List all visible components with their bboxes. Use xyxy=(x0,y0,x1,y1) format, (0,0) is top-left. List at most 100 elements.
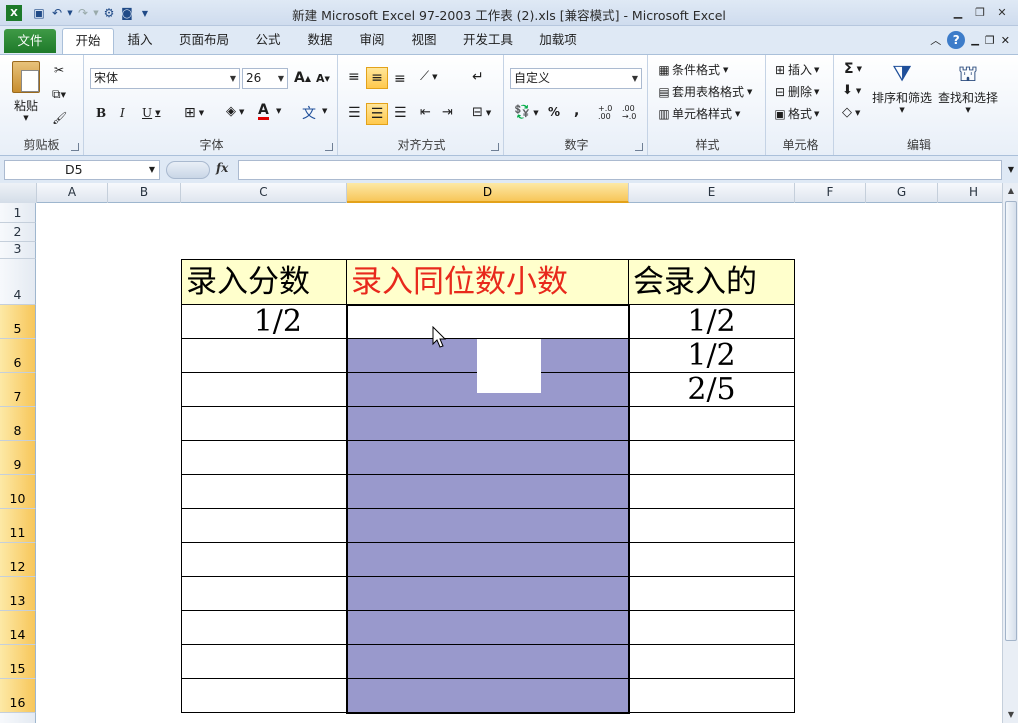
fraction-input-cell[interactable] xyxy=(181,611,347,645)
column-header-c[interactable]: C xyxy=(181,183,347,203)
decrease-decimal-button[interactable]: .00 →.0 xyxy=(622,105,644,121)
fill-icon[interactable]: ⬇ ▼ xyxy=(842,83,861,98)
result-cell[interactable] xyxy=(629,441,795,475)
fraction-input-cell[interactable] xyxy=(181,373,347,407)
result-cell[interactable] xyxy=(629,475,795,509)
fraction-input-cell[interactable] xyxy=(181,407,347,441)
number-format-combo[interactable]: 自定义 ▼ xyxy=(510,68,642,89)
cell-styles-button[interactable]: ▥ 单元格样式 ▼ xyxy=(656,105,740,122)
result-cell[interactable] xyxy=(629,509,795,543)
column-header-e[interactable]: E xyxy=(629,183,795,203)
italic-button[interactable]: I xyxy=(120,106,125,120)
row-header-8[interactable]: 8 xyxy=(0,407,36,441)
row-header-13[interactable]: 13 xyxy=(0,577,36,611)
scroll-thumb[interactable] xyxy=(1005,201,1017,641)
bold-button[interactable]: B xyxy=(96,106,106,120)
result-cell[interactable] xyxy=(629,645,795,679)
align-center-icon[interactable]: ☰ xyxy=(366,103,388,125)
result-cell[interactable]: 1/2 xyxy=(629,339,795,373)
format-painter-icon[interactable]: 🖌 xyxy=(52,111,67,125)
wrap-text-icon[interactable]: ↵ xyxy=(472,69,484,85)
orientation-icon[interactable]: ⟋ ▼ xyxy=(420,69,438,84)
insert-cells-button[interactable]: ⊞ 插入 ▼ xyxy=(772,61,819,78)
tab-data[interactable]: 数据 xyxy=(298,28,342,54)
decimal-input-cell[interactable] xyxy=(347,543,629,577)
find-select-button[interactable]: ⛫ 查找和选择 ▼ xyxy=(938,61,998,114)
percent-button[interactable]: % xyxy=(548,105,560,119)
collapse-ribbon-icon[interactable]: ︿ xyxy=(930,32,941,48)
number-launcher-icon[interactable] xyxy=(635,143,643,151)
tab-review[interactable]: 审阅 xyxy=(350,28,394,54)
fraction-input-cell[interactable] xyxy=(181,543,347,577)
decimal-input-cell[interactable] xyxy=(347,475,629,509)
tab-insert[interactable]: 插入 xyxy=(118,28,162,54)
worksheet-grid[interactable]: ABCDEFGH 1234567891011121314151617 录入分数录… xyxy=(0,183,1002,723)
row-header-9[interactable]: 9 xyxy=(0,441,36,475)
row-header-2[interactable]: 2 xyxy=(0,223,36,242)
result-cell[interactable] xyxy=(629,407,795,441)
doc-restore-icon[interactable]: ❐ xyxy=(985,34,995,47)
row-header-7[interactable]: 7 xyxy=(0,373,36,407)
result-cell[interactable] xyxy=(629,611,795,645)
grow-font-button[interactable]: A ▲ xyxy=(294,70,311,86)
formula-input[interactable] xyxy=(238,160,1002,180)
tab-addins[interactable]: 加载项 xyxy=(530,28,586,54)
fraction-input-cell[interactable] xyxy=(181,339,347,373)
cut-icon[interactable]: ✂ xyxy=(54,63,64,77)
fraction-input-cell[interactable] xyxy=(181,645,347,679)
expand-formula-icon[interactable]: ▼ xyxy=(1008,165,1014,174)
shrink-font-button[interactable]: A ▼ xyxy=(316,72,330,85)
fraction-input-cell[interactable] xyxy=(181,441,347,475)
increase-indent-icon[interactable]: ⇥ xyxy=(442,105,453,120)
row-header-17[interactable]: 17 xyxy=(0,713,36,723)
merge-center-icon[interactable]: ⊟ ▼ xyxy=(472,105,491,120)
scroll-up-icon[interactable]: ▲ xyxy=(1004,183,1018,199)
clear-icon[interactable]: ◇ ▼ xyxy=(842,105,860,120)
delete-cells-button[interactable]: ⊟ 删除 ▼ xyxy=(772,83,819,100)
font-size-combo[interactable]: 26 ▼ xyxy=(242,68,288,89)
row-header-4[interactable]: 4 xyxy=(0,259,36,305)
close-icon[interactable]: ✕ xyxy=(992,3,1012,21)
align-top-icon[interactable]: ≡ xyxy=(348,69,360,85)
column-header-a[interactable]: A xyxy=(37,183,108,203)
decimal-input-cell[interactable] xyxy=(347,407,629,441)
fraction-input-cell[interactable] xyxy=(181,475,347,509)
decimal-input-cell[interactable] xyxy=(347,441,629,475)
phonetic-dropdown-icon[interactable]: ▼ xyxy=(322,107,327,115)
copy-icon[interactable]: ⧉ ▼ xyxy=(52,87,66,102)
tab-formulas[interactable]: 公式 xyxy=(246,28,290,54)
fraction-input-cell[interactable] xyxy=(181,509,347,543)
font-color-dropdown-icon[interactable]: ▼ xyxy=(276,107,281,115)
fraction-input-cell[interactable] xyxy=(181,577,347,611)
minimize-icon[interactable]: ▁ xyxy=(948,3,968,21)
fraction-input-cell[interactable]: 1/2 xyxy=(181,305,347,339)
insert-function-button[interactable]: fx xyxy=(216,161,228,175)
clipboard-launcher-icon[interactable] xyxy=(71,143,79,151)
fill-color-icon[interactable]: ◈ ▼ xyxy=(226,104,244,119)
select-all-corner[interactable] xyxy=(0,183,37,203)
vertical-scrollbar[interactable]: ▲ ▼ xyxy=(1002,183,1018,723)
sort-filter-button[interactable]: ⧩ 排序和筛选 ▼ xyxy=(872,61,932,114)
fraction-input-cell[interactable] xyxy=(181,679,347,713)
column-header-b[interactable]: B xyxy=(108,183,181,203)
font-color-button[interactable]: A xyxy=(258,103,269,120)
row-header-12[interactable]: 12 xyxy=(0,543,36,577)
table-header-cell[interactable]: 录入分数 xyxy=(181,259,347,305)
align-middle-icon[interactable]: ≡ xyxy=(366,67,388,89)
font-launcher-icon[interactable] xyxy=(325,143,333,151)
decimal-input-cell[interactable] xyxy=(347,509,629,543)
tab-developer[interactable]: 开发工具 xyxy=(454,28,522,54)
row-header-6[interactable]: 6 xyxy=(0,339,36,373)
row-header-14[interactable]: 14 xyxy=(0,611,36,645)
column-header-f[interactable]: F xyxy=(795,183,866,203)
tab-page-layout[interactable]: 页面布局 xyxy=(170,28,238,54)
align-left-icon[interactable]: ☰ xyxy=(348,105,361,121)
table-header-cell[interactable]: 会录入的 xyxy=(629,259,795,305)
name-box[interactable]: D5 ▼ xyxy=(4,160,160,180)
conditional-format-button[interactable]: ▦ 条件格式 ▼ xyxy=(656,61,728,78)
format-cells-button[interactable]: ▣ 格式 ▼ xyxy=(772,105,819,122)
tab-view[interactable]: 视图 xyxy=(402,28,446,54)
increase-decimal-button[interactable]: +.0 .00 xyxy=(598,105,618,121)
column-header-d[interactable]: D xyxy=(347,183,629,203)
tab-home[interactable]: 开始 xyxy=(62,28,114,54)
